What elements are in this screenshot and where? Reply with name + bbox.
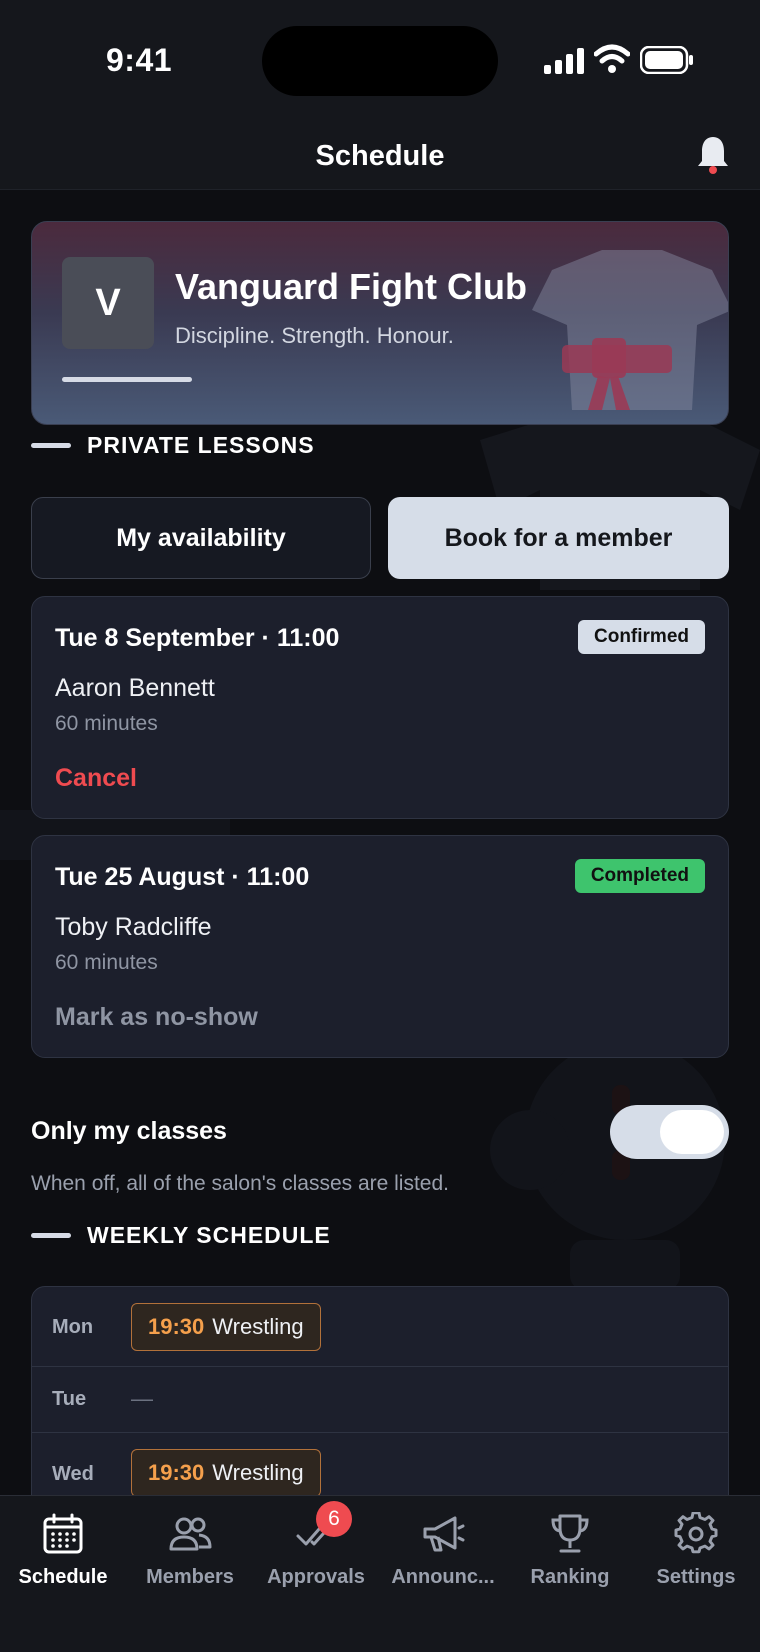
approvals-count-badge: 6 bbox=[316, 1501, 352, 1537]
lesson-member: Toby Radcliffe bbox=[55, 913, 212, 941]
no-class-dash: — bbox=[131, 1386, 153, 1411]
app-header: Schedule bbox=[0, 110, 760, 190]
weekly-schedule-header: WEEKLY SCHEDULE bbox=[31, 1222, 331, 1249]
lesson-card: Tue 8 September · 11:00 Confirmed Aaron … bbox=[31, 596, 729, 819]
section-title: PRIVATE LESSONS bbox=[87, 432, 315, 458]
cancel-lesson-link[interactable]: Cancel bbox=[55, 764, 137, 793]
tab-members[interactable]: Members bbox=[127, 1496, 253, 1606]
section-dash bbox=[31, 443, 71, 448]
class-time: 19:30 bbox=[148, 1314, 205, 1339]
tab-label: Settings bbox=[656, 1566, 736, 1588]
tab-ranking[interactable]: Ranking bbox=[507, 1496, 633, 1606]
trophy-icon bbox=[551, 1514, 589, 1553]
tab-bar: Schedule Members Approvals 6 Announc... bbox=[0, 1495, 760, 1652]
day-label: Mon bbox=[52, 1316, 94, 1338]
signal-icon bbox=[544, 48, 584, 74]
wifi-icon bbox=[594, 44, 630, 73]
battery-icon bbox=[640, 46, 693, 74]
club-card: V Vanguard Fight Club Discipline. Streng… bbox=[31, 221, 729, 425]
toggle-knob bbox=[660, 1110, 724, 1154]
status-time: 9:41 bbox=[106, 42, 173, 78]
members-icon bbox=[169, 1517, 212, 1551]
tab-announcements[interactable]: Announc... bbox=[380, 1496, 506, 1606]
lesson-card: Tue 25 August · 11:00 Completed Toby Rad… bbox=[31, 835, 729, 1058]
lesson-member: Aaron Bennett bbox=[55, 674, 215, 702]
lesson-duration: 60 minutes bbox=[55, 712, 158, 735]
club-name: Vanguard Fight Club bbox=[175, 266, 527, 307]
only-my-classes-hint: When off, all of the salon's classes are… bbox=[31, 1172, 450, 1195]
schedule-content[interactable]: V Vanguard Fight Club Discipline. Streng… bbox=[0, 190, 760, 1495]
lesson-date: Tue 25 August · 11:00 bbox=[55, 863, 310, 891]
section-title: WEEKLY SCHEDULE bbox=[87, 1222, 331, 1248]
gear-icon bbox=[674, 1512, 718, 1554]
status-bar: 9:41 bbox=[0, 0, 760, 110]
week-row: Mon 19:30 Wrestling bbox=[32, 1287, 728, 1367]
tab-label: Members bbox=[146, 1566, 234, 1588]
week-row: Tue — bbox=[32, 1367, 728, 1433]
mark-no-show-link[interactable]: Mark as no-show bbox=[55, 1003, 258, 1032]
class-chip[interactable]: 19:30 Wrestling bbox=[131, 1303, 321, 1351]
day-label: Tue bbox=[52, 1388, 87, 1410]
lesson-date: Tue 8 September · 11:00 bbox=[55, 624, 340, 652]
my-availability-button[interactable]: My availability bbox=[31, 497, 371, 579]
gi-illustration bbox=[532, 250, 728, 410]
tab-label: Approvals bbox=[267, 1566, 365, 1588]
section-dash bbox=[31, 1233, 71, 1238]
tab-label: Ranking bbox=[530, 1566, 610, 1588]
club-underline bbox=[62, 377, 192, 382]
tab-schedule[interactable]: Schedule bbox=[0, 1496, 126, 1606]
tab-label: Announc... bbox=[391, 1566, 495, 1588]
tab-settings[interactable]: Settings bbox=[633, 1496, 759, 1606]
weekly-schedule-table: Mon 19:30 Wrestling Tue — Wed 19:30 Wres… bbox=[31, 1286, 729, 1495]
only-my-classes-label: Only my classes bbox=[31, 1117, 227, 1145]
page-title: Schedule bbox=[315, 140, 445, 172]
week-row: Wed 19:30 Wrestling bbox=[32, 1433, 728, 1495]
calendar-icon bbox=[43, 1513, 83, 1554]
lesson-duration: 60 minutes bbox=[55, 951, 158, 974]
tab-label: Schedule bbox=[18, 1566, 108, 1588]
club-logo: V bbox=[62, 257, 154, 349]
class-name: Wrestling bbox=[212, 1460, 304, 1485]
dynamic-island bbox=[262, 26, 498, 96]
class-chip[interactable]: 19:30 Wrestling bbox=[131, 1449, 321, 1495]
book-for-member-button[interactable]: Book for a member bbox=[388, 497, 729, 579]
status-badge: Completed bbox=[574, 859, 705, 893]
megaphone-icon bbox=[423, 1516, 465, 1552]
status-badge: Confirmed bbox=[578, 620, 705, 654]
class-name: Wrestling bbox=[212, 1314, 304, 1339]
only-my-classes-toggle[interactable] bbox=[610, 1105, 729, 1159]
class-time: 19:30 bbox=[148, 1460, 205, 1485]
club-motto: Discipline. Strength. Honour. bbox=[175, 323, 454, 348]
private-lessons-header: PRIVATE LESSONS bbox=[31, 432, 315, 459]
bell-icon[interactable] bbox=[696, 134, 730, 174]
day-label: Wed bbox=[52, 1463, 94, 1485]
